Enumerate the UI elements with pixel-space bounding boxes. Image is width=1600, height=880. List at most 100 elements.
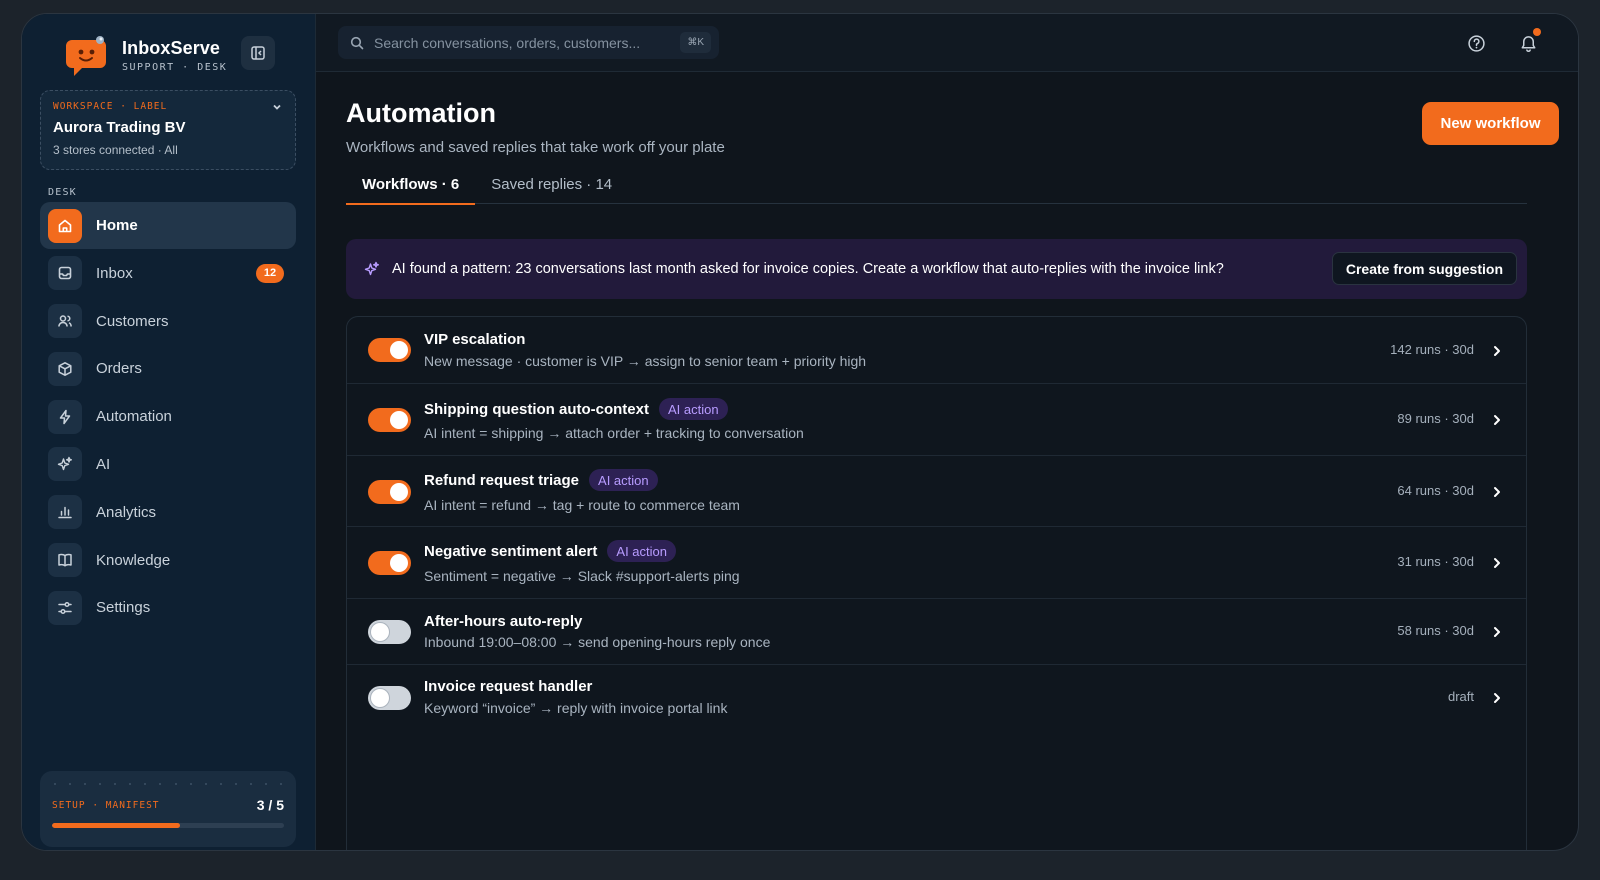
chevron-right-icon[interactable] — [1490, 625, 1504, 639]
sidebar-item-label: Automation — [96, 408, 172, 426]
workflow-status: draft — [1447, 689, 1474, 704]
workflow-row[interactable]: After-hours auto-reply Inbound 19:00–08:… — [347, 599, 1526, 665]
users-icon — [48, 304, 82, 339]
workflow-row[interactable]: Negative sentiment alert AI action Sentim… — [347, 527, 1526, 599]
workflow-runs: 31 runs · 30d — [1397, 554, 1474, 569]
workflow-description: AI intent = shipping → attach order + tr… — [424, 425, 804, 441]
sidebar-item-label: AI — [96, 455, 111, 473]
workflow-title: Invoice request handler — [424, 678, 593, 695]
ai-action-badge: AI action — [589, 469, 658, 491]
setup-progress-fill — [52, 823, 180, 828]
chevron-right-icon[interactable] — [1490, 691, 1504, 705]
search-input[interactable]: Search conversations, orders, customers.… — [338, 26, 719, 59]
workflow-title: VIP escalation — [424, 331, 526, 348]
tab-saved-replies[interactable]: Saved replies · 14 — [475, 172, 628, 204]
banner-text: AI found a pattern: 23 conversations las… — [392, 261, 1224, 277]
chevron-right-icon[interactable] — [1490, 485, 1504, 499]
content: Automation Workflows and saved replies t… — [346, 72, 1578, 850]
sidebar-item-label: Orders — [96, 360, 142, 378]
workflow-row[interactable]: VIP escalation New message · customer is… — [347, 317, 1526, 384]
workspace-meta: 3 stores connected · All — [53, 143, 178, 157]
unread-count-badge: 12 — [256, 263, 284, 283]
sidebar-nav: Home Inbox 12 Customers Orders Automatio… — [40, 202, 296, 632]
sidebar: InboxServe SUPPORT · DESK WORKSPACE · LA… — [22, 14, 316, 850]
tab-workflows[interactable]: Workflows · 6 — [346, 172, 476, 205]
workspace-switcher[interactable]: WORKSPACE · LABEL Aurora Trading BV 3 st… — [40, 90, 296, 170]
chevron-right-icon[interactable] — [1490, 556, 1504, 570]
workflow-description: Keyword “invoice” → reply with invoice p… — [424, 700, 728, 716]
main-area: Search conversations, orders, customers.… — [316, 14, 1578, 850]
sidebar-item-customers[interactable]: Customers — [40, 298, 296, 345]
workflow-description: New message · customer is VIP → assign t… — [424, 353, 867, 369]
sliders-icon — [48, 590, 82, 625]
sidebar-item-analytics[interactable]: Analytics — [40, 489, 296, 536]
workflow-toggle[interactable] — [368, 686, 411, 710]
setup-progress-bar — [52, 823, 284, 828]
brand-subtitle: SUPPORT · DESK — [122, 61, 228, 73]
workflow-description: AI intent = refund → tag + route to comm… — [424, 497, 740, 513]
create-from-suggestion-button[interactable]: Create from suggestion — [1331, 252, 1517, 285]
sidebar-item-label: Analytics — [96, 503, 157, 521]
search-placeholder: Search conversations, orders, customers.… — [374, 34, 641, 51]
workflow-runs: 64 runs · 30d — [1397, 483, 1474, 498]
sparkle-icon — [364, 261, 379, 276]
setup-progress-card[interactable]: SETUP · MANIFEST 3 / 5 — [40, 771, 296, 847]
page-subtitle: Workflows and saved replies that take wo… — [346, 139, 725, 156]
chevron-right-icon[interactable] — [1490, 413, 1504, 427]
workflow-description: Sentiment = negative → Slack #support-al… — [424, 568, 740, 584]
workflow-toggle[interactable] — [368, 408, 411, 432]
workflow-runs: 142 runs · 30d — [1390, 342, 1474, 357]
collapse-sidebar-button[interactable] — [241, 36, 275, 70]
home-icon — [48, 208, 82, 243]
workspace-name: Aurora Trading BV — [53, 119, 186, 136]
workflow-row[interactable]: Shipping question auto-context AI action … — [347, 384, 1526, 456]
setup-label: SETUP · MANIFEST — [52, 799, 160, 811]
sidebar-item-orders[interactable]: Orders — [40, 345, 296, 392]
sparkle-icon — [48, 447, 82, 482]
sidebar-item-label: Inbox — [96, 264, 133, 282]
chevron-right-icon[interactable] — [1490, 344, 1504, 358]
sidebar-item-automation[interactable]: Automation — [40, 393, 296, 440]
brand[interactable]: InboxServe SUPPORT · DESK — [66, 34, 227, 76]
book-icon — [48, 543, 82, 578]
workflow-title: Negative sentiment alert AI action — [424, 540, 676, 562]
brand-name: InboxServe — [122, 37, 221, 58]
workflow-row[interactable]: Invoice request handler Keyword “invoice… — [347, 665, 1526, 731]
workflow-toggle[interactable] — [368, 620, 411, 644]
help-button[interactable] — [1464, 31, 1488, 55]
workflow-toggle[interactable] — [368, 338, 411, 362]
ai-suggestion-banner: AI found a pattern: 23 conversations las… — [346, 239, 1527, 299]
sidebar-item-knowledge[interactable]: Knowledge — [40, 537, 296, 584]
workflow-title: Shipping question auto-context AI action — [424, 398, 728, 420]
workflow-row[interactable]: Refund request triage AI action AI intent… — [347, 456, 1526, 527]
box-icon — [48, 351, 82, 386]
topbar: Search conversations, orders, customers.… — [316, 14, 1578, 72]
sidebar-item-inbox[interactable]: Inbox 12 — [40, 250, 296, 297]
decorative-dots — [52, 783, 284, 789]
sidebar-item-home[interactable]: Home — [40, 202, 296, 249]
sidebar-item-label: Customers — [96, 312, 169, 330]
workflow-toggle[interactable] — [368, 551, 411, 575]
sidebar-item-label: Settings — [96, 599, 151, 617]
new-workflow-button[interactable]: New workflow — [1422, 102, 1559, 145]
search-shortcut: ⌘K — [680, 32, 711, 53]
bolt-icon — [48, 399, 82, 434]
sidebar-item-label: Knowledge — [96, 551, 171, 569]
sidebar-item-settings[interactable]: Settings — [40, 584, 296, 631]
sidebar-item-ai[interactable]: AI — [40, 441, 296, 488]
workflow-toggle[interactable] — [368, 480, 411, 504]
notifications-button[interactable] — [1516, 28, 1541, 55]
bar-chart-icon — [48, 495, 82, 530]
workflow-description: Inbound 19:00–08:00 → send opening-hours… — [424, 634, 771, 650]
nav-section-label: DESK — [48, 187, 77, 198]
inbox-icon — [48, 256, 82, 291]
workflow-title: Refund request triage AI action — [424, 469, 658, 491]
workflow-list: VIP escalation New message · customer is… — [346, 316, 1527, 850]
setup-count: 3 / 5 — [256, 797, 284, 813]
workflow-runs: 89 runs · 30d — [1397, 411, 1474, 426]
search-icon — [350, 36, 364, 49]
workflow-runs: 58 runs · 30d — [1397, 623, 1474, 638]
notification-dot — [1533, 28, 1541, 36]
workspace-label: WORKSPACE · LABEL — [53, 101, 168, 112]
collapse-icon — [251, 46, 265, 60]
